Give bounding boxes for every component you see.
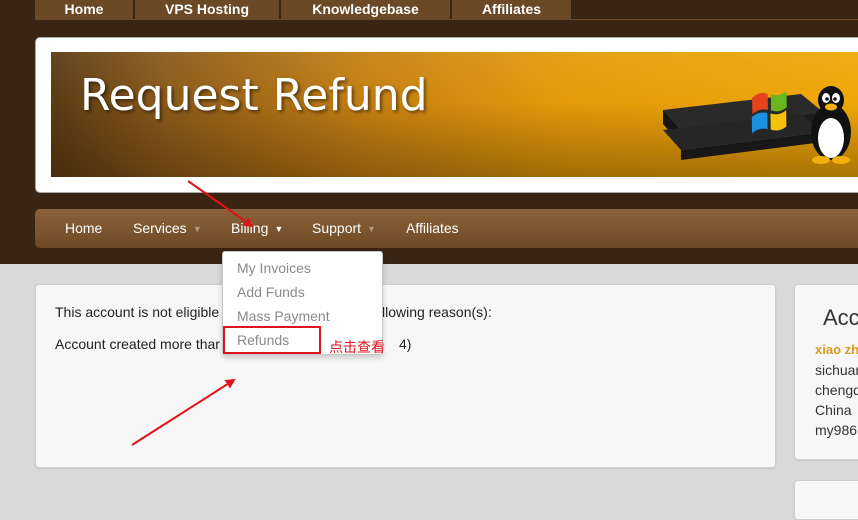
account-name[interactable]: xiao zh xyxy=(815,342,858,357)
annotation-label: 点击查看 xyxy=(329,340,385,356)
page-title: Request Refund xyxy=(80,70,428,121)
refunds-highlight-box xyxy=(223,326,321,354)
nav-affiliates[interactable]: Affiliates xyxy=(406,209,459,248)
menu-item-mass-payment[interactable]: Mass Payment xyxy=(237,308,330,324)
nav-billing[interactable]: Billing ▼ xyxy=(231,209,283,248)
reason-text-start: Account created more thar xyxy=(55,336,220,352)
account-address-line: my986 xyxy=(815,422,858,438)
server-logos-illustration xyxy=(663,86,851,164)
caret-down-icon: ▼ xyxy=(367,224,376,234)
caret-down-icon: ▼ xyxy=(192,224,202,234)
eligibility-message-start: This account is not eligible xyxy=(55,304,220,320)
reason-text-end: 4) xyxy=(399,336,412,352)
account-address-line: China xyxy=(815,402,852,418)
menu-item-my-invoices[interactable]: My Invoices xyxy=(237,260,311,276)
top-nav-vps-hosting[interactable]: VPS Hosting xyxy=(135,0,281,20)
account-info-panel: Acc xiao zh sichuar chengd China my986 xyxy=(794,284,858,460)
nav-support[interactable]: Support ▼ xyxy=(312,209,376,248)
main-nav: Home Services ▼ Billing ▼ Support ▼ Affilia… xyxy=(35,209,858,248)
account-panel-title: Acc xyxy=(823,305,858,330)
eligibility-message-end: llowing reason(s): xyxy=(382,304,492,320)
top-nav-home[interactable]: Home xyxy=(35,0,135,20)
sidebar-panel-2 xyxy=(794,480,858,520)
caret-down-icon: ▼ xyxy=(274,224,284,234)
top-nav-affiliates[interactable]: Affiliates xyxy=(452,0,573,20)
nav-home[interactable]: Home xyxy=(65,209,102,248)
top-nav: Home VPS Hosting Knowledgebase Affiliate… xyxy=(35,0,573,20)
top-nav-divider xyxy=(35,19,858,20)
top-nav-knowledgebase[interactable]: Knowledgebase xyxy=(281,0,452,20)
refund-eligibility-panel: This account is not eligible llowing rea… xyxy=(35,284,776,468)
page-banner: Request Refund xyxy=(51,52,858,177)
account-address-line: sichuar xyxy=(815,362,858,378)
account-address-line: chengd xyxy=(815,382,858,398)
nav-services[interactable]: Services ▼ xyxy=(133,209,202,248)
menu-item-add-funds[interactable]: Add Funds xyxy=(237,284,305,300)
